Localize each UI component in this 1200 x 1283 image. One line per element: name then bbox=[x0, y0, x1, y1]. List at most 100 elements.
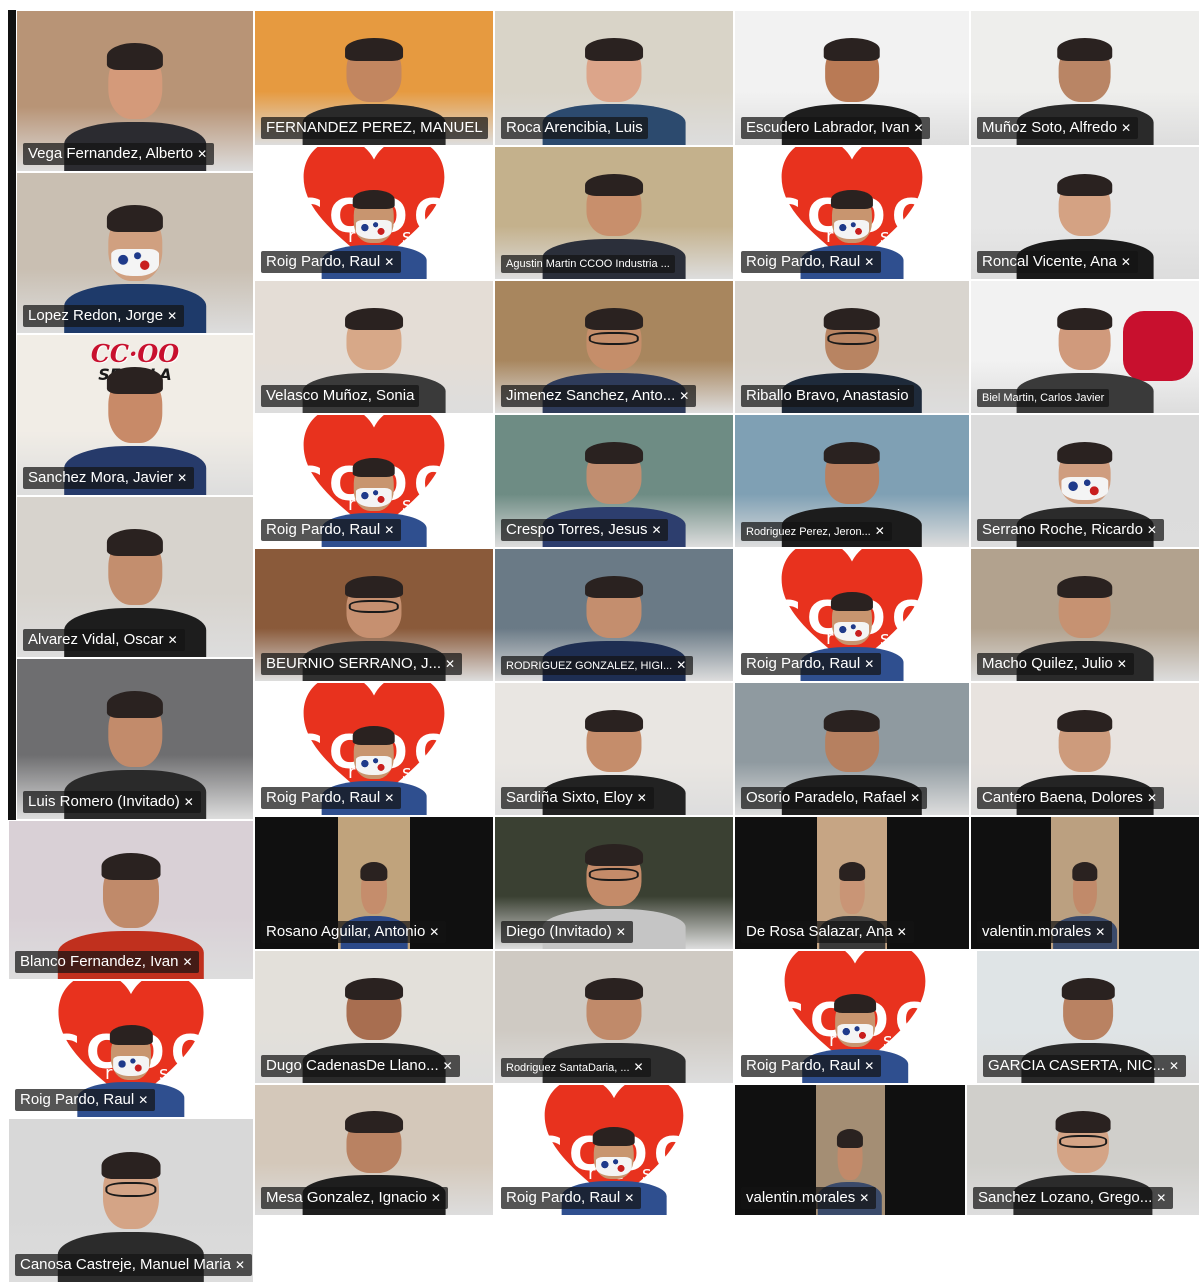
participant-tile[interactable]: Rodriguez Perez, Jeron... ✕ bbox=[734, 414, 970, 548]
participant-name-label: Sanchez Lozano, Grego... ✕ bbox=[973, 1187, 1174, 1209]
participant-name-label: Jimenez Sanchez, Anto... ✕ bbox=[501, 385, 697, 407]
participant-name: Sardiña Sixto, Eloy bbox=[506, 789, 633, 806]
participant-name-label: Canosa Castreje, Manuel Maria ✕ bbox=[15, 1254, 252, 1276]
hair bbox=[360, 862, 388, 881]
participant-name-label: Cantero Baena, Dolores ✕ bbox=[977, 787, 1164, 809]
participant-tile[interactable]: Roncal Vicente, Ana ✕ bbox=[970, 146, 1200, 280]
microphone-muted-icon: ✕ bbox=[183, 795, 194, 809]
participant-name-label: Mesa Gonzalez, Ignacio ✕ bbox=[261, 1187, 448, 1209]
participant-name: Vega Fernandez, Alberto bbox=[28, 145, 194, 162]
participant-tile[interactable]: RODRIGUEZ GONZALEZ, HIGI... ✕ bbox=[494, 548, 734, 682]
participant-name: Macho Quilez, Julio bbox=[982, 655, 1113, 672]
participant-tile[interactable]: Muñoz Soto, Alfredo ✕ bbox=[970, 10, 1200, 146]
participant-tile[interactable]: CCOOenresaRoig Pardo, Raul✕ bbox=[254, 682, 494, 816]
glasses bbox=[589, 332, 639, 346]
participant-tile[interactable]: BEURNIO SERRANO, J... ✕ bbox=[254, 548, 494, 682]
participant-tile[interactable]: De Rosa Salazar, Ana ✕ bbox=[734, 816, 970, 950]
participant-name: Blanco Fernandez, Ivan bbox=[20, 953, 179, 970]
hair bbox=[109, 1024, 153, 1045]
participant-tile[interactable]: Macho Quilez, Julio ✕ bbox=[970, 548, 1200, 682]
participant-tile[interactable]: Agustin Martin CCOO Industria ... bbox=[494, 146, 734, 280]
participant-tile[interactable]: Luis Romero (Invitado) ✕ bbox=[16, 658, 254, 820]
participant-tile[interactable]: CCOOenresaRoig Pardo, Raul✕ bbox=[734, 548, 970, 682]
participant-tile[interactable]: Vega Fernandez, Alberto ✕ bbox=[16, 10, 254, 172]
hair bbox=[1055, 1111, 1111, 1134]
participant-tile[interactable]: Rodriguez SantaDaria, ... ✕ bbox=[494, 950, 734, 1084]
participant-tile[interactable]: valentin.morales ✕ bbox=[970, 816, 1200, 950]
hair bbox=[838, 862, 866, 881]
participant-name-label: Diego (Invitado) ✕ bbox=[501, 921, 633, 943]
microphone-muted-icon: ✕ bbox=[1116, 657, 1127, 671]
participant-name: Canosa Castreje, Manuel Maria bbox=[20, 1256, 231, 1273]
participant-name: RODRIGUEZ GONZALEZ, HIGI... bbox=[506, 660, 673, 672]
face-mask bbox=[110, 248, 160, 276]
hair bbox=[106, 691, 164, 719]
participant-name-label: Dugo CadenasDe Llano... ✕ bbox=[261, 1055, 460, 1077]
hair bbox=[106, 367, 164, 395]
participant-tile[interactable]: Mesa Gonzalez, Ignacio ✕ bbox=[254, 1084, 494, 1216]
glasses bbox=[349, 600, 399, 614]
microphone-muted-icon: ✕ bbox=[138, 1093, 149, 1107]
participant-tile[interactable]: Osorio Paradelo, Rafael ✕ bbox=[734, 682, 970, 816]
participant-tile[interactable]: CCOOenresaRoig Pardo, Raul✕ bbox=[254, 414, 494, 548]
participant-tile[interactable]: Blanco Fernandez, Ivan ✕ bbox=[8, 820, 254, 980]
participant-tile[interactable]: Canosa Castreje, Manuel Maria ✕ bbox=[8, 1118, 254, 1283]
participant-tile[interactable]: Biel Martin, Carlos Javier bbox=[970, 280, 1200, 414]
participant-tile[interactable]: Escudero Labrador, Ivan ✕ bbox=[734, 10, 970, 146]
microphone-muted-icon: ✕ bbox=[676, 658, 687, 672]
participant-name: Riballo Bravo, Anastasio bbox=[746, 387, 909, 404]
participant-tile[interactable]: Crespo Torres, Jesus ✕ bbox=[494, 414, 734, 548]
participant-tile[interactable]: CCOOenresaRoig Pardo, Raul✕ bbox=[254, 146, 494, 280]
participant-name: Rosano Aguilar, Antonio bbox=[266, 923, 426, 940]
participant-tile[interactable]: Cantero Baena, Dolores ✕ bbox=[970, 682, 1200, 816]
participant-tile[interactable]: Dugo CadenasDe Llano... ✕ bbox=[254, 950, 494, 1084]
participant-tile[interactable]: Roca Arencibia, Luis bbox=[494, 10, 734, 146]
participant-name: Mesa Gonzalez, Ignacio bbox=[266, 1189, 427, 1206]
participant-tile[interactable]: Riballo Bravo, Anastasio bbox=[734, 280, 970, 414]
participant-name: Roig Pardo, Raul bbox=[20, 1091, 135, 1108]
participant-name: Roig Pardo, Raul bbox=[266, 789, 381, 806]
participant-tile[interactable]: Lopez Redon, Jorge ✕ bbox=[16, 172, 254, 334]
hair bbox=[1057, 441, 1113, 464]
hair bbox=[585, 709, 643, 732]
microphone-muted-icon: ✕ bbox=[1095, 925, 1106, 939]
participant-name: Roig Pardo, Raul bbox=[266, 521, 381, 538]
glasses bbox=[105, 1182, 157, 1198]
participant-tile[interactable]: Rosano Aguilar, Antonio ✕ bbox=[254, 816, 494, 950]
participant-name-label: Roig Pardo, Raul ✕ bbox=[741, 1055, 882, 1077]
participant-tile[interactable]: CCOOenresaRoig Pardo, Raul✕ bbox=[494, 1084, 734, 1216]
participant-name-label: Sanchez Mora, Javier ✕ bbox=[23, 467, 195, 489]
participant-tile[interactable]: Sanchez Lozano, Grego... ✕ bbox=[966, 1084, 1200, 1216]
participant-tile[interactable]: Sardiña Sixto, Eloy ✕ bbox=[494, 682, 734, 816]
hair bbox=[1072, 862, 1098, 881]
participant-tile[interactable]: Velasco Muñoz, Sonia bbox=[254, 280, 494, 414]
microphone-muted-icon: ✕ bbox=[167, 309, 178, 323]
hair bbox=[345, 1111, 403, 1134]
participant-tile[interactable]: valentin.morales ✕ bbox=[734, 1084, 966, 1216]
participant-tile[interactable]: CCOOenresaRoig Pardo, Raul✕ bbox=[8, 980, 254, 1118]
participant-tile[interactable]: GARCIA CASERTA, NIC... ✕ bbox=[976, 950, 1200, 1084]
participant-name-label: Velasco Muñoz, Sonia bbox=[261, 385, 420, 407]
participant-tile[interactable]: Jimenez Sanchez, Anto... ✕ bbox=[494, 280, 734, 414]
hair bbox=[593, 1127, 635, 1146]
participant-name-label: Serrano Roche, Ricardo ✕ bbox=[977, 519, 1164, 541]
hair bbox=[585, 441, 643, 464]
participant-name: GARCIA CASERTA, NIC... bbox=[988, 1057, 1165, 1074]
participant-name-label: BEURNIO SERRANO, J... ✕ bbox=[261, 653, 463, 675]
participant-tile[interactable]: Alvarez Vidal, Oscar ✕ bbox=[16, 496, 254, 658]
participant-tile[interactable]: Serrano Roche, Ricardo ✕ bbox=[970, 414, 1200, 548]
participant-tile[interactable]: FERNANDEZ PEREZ, MANUEL bbox=[254, 10, 494, 146]
participant-name-label: Roig Pardo, Raul ✕ bbox=[261, 519, 402, 541]
microphone-muted-icon: ✕ bbox=[874, 524, 885, 538]
participant-name-label: Escudero Labrador, Ivan ✕ bbox=[741, 117, 931, 139]
participant-tile[interactable]: CC·OOSEVILLASanchez Mora, Javier✕ bbox=[16, 334, 254, 496]
participant-tile[interactable]: CCOOenresaRoig Pardo, Raul✕ bbox=[734, 146, 970, 280]
hair bbox=[585, 575, 643, 598]
participant-name-label: Luis Romero (Invitado) ✕ bbox=[23, 791, 201, 813]
participant-tile[interactable]: CCOOenresaRoig Pardo, Raul✕ bbox=[734, 950, 976, 1084]
participant-tile[interactable]: Diego (Invitado) ✕ bbox=[494, 816, 734, 950]
participant-name: Osorio Paradelo, Rafael bbox=[746, 789, 907, 806]
participant-name-label: Roig Pardo, Raul ✕ bbox=[741, 653, 882, 675]
hair bbox=[1057, 37, 1113, 61]
microphone-muted-icon: ✕ bbox=[636, 791, 647, 805]
